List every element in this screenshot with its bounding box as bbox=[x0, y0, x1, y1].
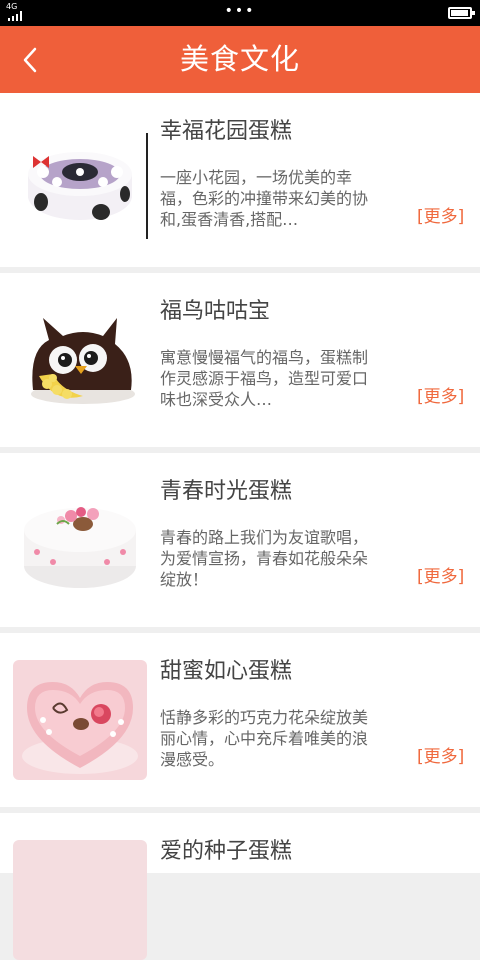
status-dots: ••• bbox=[224, 3, 256, 19]
item-title: 福鸟咕咕宝 bbox=[160, 299, 271, 324]
item-title: 甜蜜如心蛋糕 bbox=[160, 659, 293, 684]
item-description: 寓意慢慢福气的福鸟，蛋糕制作灵感源于福鸟，造型可爱口味也深受众人… bbox=[160, 348, 369, 409]
owl-cake-image bbox=[13, 300, 147, 420]
status-bar: 4G ••• bbox=[0, 0, 480, 26]
more-link[interactable]: [更多] bbox=[417, 202, 464, 227]
item-title: 青春时光蛋糕 bbox=[160, 479, 293, 504]
page-title: 美食文化 bbox=[179, 42, 300, 76]
more-link[interactable]: [更多] bbox=[417, 562, 464, 587]
app-header: 美食文化 bbox=[0, 26, 480, 93]
chevron-left-icon bbox=[23, 47, 37, 72]
youth-cake-image bbox=[13, 480, 147, 600]
flower-garden-cake-image bbox=[13, 120, 147, 240]
item-description: 青春的路上我们为友谊歌唱，为爱情宣扬，青春如花般朵朵绽放！ bbox=[160, 528, 369, 589]
heart-cake-image bbox=[13, 660, 147, 780]
item-title: 爱的种子蛋糕 bbox=[160, 839, 293, 864]
item-description: 一座小花园，一场优美的幸福，色彩的冲撞带来幻美的协和,蛋香清香,搭配… bbox=[160, 168, 369, 229]
list-item[interactable]: 青春时光蛋糕 青春的路上我们为友谊歌唱，为爱情宣扬，青春如花般朵朵绽放！ [更多… bbox=[0, 453, 480, 627]
more-link[interactable]: [更多] bbox=[417, 382, 464, 407]
article-list: 幸福花园蛋糕 一座小花园，一场优美的幸福，色彩的冲撞带来幻美的协和,蛋香清香,搭… bbox=[0, 93, 480, 960]
item-title: 幸福花园蛋糕 bbox=[160, 119, 293, 144]
battery-icon bbox=[448, 7, 475, 19]
list-item[interactable]: 福鸟咕咕宝 寓意慢慢福气的福鸟，蛋糕制作灵感源于福鸟，造型可爱口味也深受众人… … bbox=[0, 273, 480, 447]
more-link[interactable]: [更多] bbox=[417, 742, 464, 767]
back-button[interactable] bbox=[0, 26, 60, 93]
divider bbox=[146, 133, 148, 239]
item-description: 恬静多彩的巧克力花朵绽放美丽心情，心中充斥着唯美的浪漫感受。 bbox=[160, 708, 369, 769]
list-item[interactable]: 甜蜜如心蛋糕 恬静多彩的巧克力花朵绽放美丽心情，心中充斥着唯美的浪漫感受。 [更… bbox=[0, 633, 480, 807]
seed-cake-image bbox=[13, 840, 147, 960]
list-item[interactable]: 幸福花园蛋糕 一座小花园，一场优美的幸福，色彩的冲撞带来幻美的协和,蛋香清香,搭… bbox=[0, 93, 480, 267]
list-item[interactable]: 爱的种子蛋糕 bbox=[0, 813, 480, 960]
